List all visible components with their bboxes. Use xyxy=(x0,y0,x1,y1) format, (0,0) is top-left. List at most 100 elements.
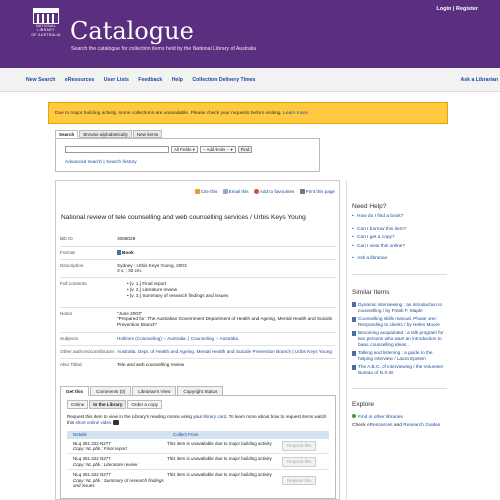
advanced-search-link[interactable]: Advanced search xyxy=(65,160,102,165)
record-panel: Cite this Email this Add to favourites P… xyxy=(55,180,340,500)
description-line-2: 3 v. ; 30 cm. xyxy=(117,268,143,274)
also-titled-value: Tele and web counselling review xyxy=(117,361,185,367)
holdings-table: Details Collect From NLq 361.322 N277 Cop… xyxy=(67,430,329,491)
similar-item-link[interactable]: Counselling skills manual. Phase one: Re… xyxy=(358,316,446,327)
login-link[interactable]: Login xyxy=(436,6,451,12)
nav-eresources[interactable]: eResources xyxy=(65,77,94,83)
row-contents: Full contents • [v. 1.] Final report • [… xyxy=(60,277,336,306)
limits-select-value: -- Add limits -- xyxy=(202,147,230,152)
col-details[interactable]: Details xyxy=(67,431,167,439)
row-notes: Notes "June 2003" "Prepared for: The Aust… xyxy=(60,306,336,332)
format-value: Book xyxy=(122,249,134,255)
tab-get-this[interactable]: Get this xyxy=(60,386,90,396)
help-link-borrow[interactable]: Can I borrow this item? xyxy=(357,227,406,232)
help-link-ask-librarian[interactable]: Ask a librarian xyxy=(357,256,387,261)
explore-check-text: Check xyxy=(352,423,366,429)
need-help-heading: Need Help? xyxy=(352,203,387,210)
subjects-links[interactable]: Hotlines (Counseling) -- Australia. | Co… xyxy=(117,336,239,341)
print-page-link[interactable]: Print this page xyxy=(299,189,335,195)
col-collect-from[interactable]: Collect From xyxy=(167,431,199,439)
online-video-link[interactable]: short online video xyxy=(75,420,111,425)
research-guides-link[interactable]: Research Guides xyxy=(403,423,440,428)
nav-new-search[interactable]: New Search xyxy=(26,77,55,83)
other-author-link-1[interactable]: Australia. Dept. of Health and Ageing. M… xyxy=(117,349,291,354)
similar-item-link[interactable]: The A.B.C. of interviewing / the Volunte… xyxy=(358,364,446,375)
nav-user-lists[interactable]: User Lists xyxy=(104,77,129,83)
email-this-link[interactable]: Email this xyxy=(222,189,249,195)
nav-ask-librarian[interactable]: Ask a Librarian xyxy=(461,77,498,83)
search-input[interactable] xyxy=(65,146,169,153)
request-button[interactable]: Request this xyxy=(282,475,317,486)
building-icon xyxy=(33,8,59,24)
help-item: Ask a librarian xyxy=(352,256,446,262)
add-to-favourites-link[interactable]: Add to favourites xyxy=(253,189,294,195)
format-label: Format xyxy=(60,249,75,255)
find-in-other-libraries-link[interactable]: Find in other libraries xyxy=(358,415,403,420)
request-button[interactable]: Request this xyxy=(282,441,317,451)
record-toolbar: Cite this Email this Add to favourites P… xyxy=(191,189,335,195)
main-nav: New Search eResources User Lists Feedbac… xyxy=(0,68,500,92)
subtab-in-the-library[interactable]: In the Library xyxy=(89,400,127,409)
request-info: Request this item to view in the Library… xyxy=(67,414,329,426)
site-header: NATIONAL LIBRARY OF AUSTRALIA Catalogue … xyxy=(0,0,500,68)
email-icon xyxy=(222,189,228,195)
similar-item-link[interactable]: Dynamic interviewing : an introduction t… xyxy=(358,302,446,313)
similar-item-link[interactable]: Becoming acquainted : a talk program for… xyxy=(358,330,446,347)
sidebar-divider xyxy=(352,273,447,275)
other-author-link-2[interactable]: Urbis Keys Young xyxy=(295,349,332,354)
similar-item-link[interactable]: Talking and listening : a guide to the h… xyxy=(358,350,446,361)
tab-browse-alphabetically[interactable]: Browse alphabetically xyxy=(79,130,132,138)
record-details: Bib ID 3068028 Format Book Description S… xyxy=(60,236,336,370)
notes-line-2: "Prepared for: The Australian Government… xyxy=(117,316,333,328)
availability-status: This item is unavailable due to major bu… xyxy=(167,440,272,446)
help-link-copy[interactable]: Can I get a copy? xyxy=(357,235,395,240)
alert-text: Due to major building activity, some col… xyxy=(55,111,282,116)
help-item: Can I view this online? xyxy=(352,244,446,250)
find-button[interactable]: Find xyxy=(237,146,253,153)
alert-learn-more-link[interactable]: Learn more. xyxy=(283,111,309,116)
cite-icon xyxy=(194,189,200,195)
nav-help[interactable]: Help xyxy=(172,77,183,83)
library-card-link[interactable]: library card xyxy=(203,414,226,419)
contents-item-text: [v. 2.] Literature review xyxy=(129,286,178,292)
eresources-link[interactable]: eResources xyxy=(367,423,393,428)
availability-status: This item is unavailable due to major bu… xyxy=(167,472,272,478)
description-label: Description xyxy=(60,262,84,268)
help-link-view-online[interactable]: Can I view this online? xyxy=(357,244,405,249)
tab-librarians-view[interactable]: Librarian's View xyxy=(132,386,177,396)
register-link[interactable]: Register xyxy=(456,6,478,12)
request-button[interactable]: Request this xyxy=(282,457,317,467)
book-icon xyxy=(352,330,356,336)
availability-status: This item is unavailable due to major bu… xyxy=(167,456,272,462)
tab-search[interactable]: Search xyxy=(55,130,79,138)
print-label: Print this page xyxy=(305,189,335,194)
nla-logo[interactable]: NATIONAL LIBRARY OF AUSTRALIA xyxy=(30,8,62,46)
bib-id-label: Bib ID xyxy=(60,236,73,241)
help-link-find-book[interactable]: How do I find a book? xyxy=(357,214,403,219)
page-subtitle: Search the catalogue for collection item… xyxy=(71,46,257,52)
search-history-link[interactable]: Search history xyxy=(106,160,137,165)
cite-this-link[interactable]: Cite this xyxy=(194,189,218,195)
get-this-panel: Online In the Library Order a copy Request… xyxy=(60,396,336,499)
book-icon xyxy=(117,250,121,256)
nav-feedback[interactable]: Feedback xyxy=(138,77,162,83)
holding-row: NLq 361.322 N277 Copy: NL pbk : Literatur… xyxy=(67,454,329,471)
book-icon xyxy=(352,316,356,322)
tab-comments[interactable]: Comments (0) xyxy=(90,386,132,396)
cite-label: Cite this xyxy=(200,189,218,194)
field-select[interactable]: All Fields ▾ xyxy=(171,146,198,153)
row-other-authors: Other authors/contributors Australia. De… xyxy=(60,344,336,358)
other-authors-label: Other authors/contributors xyxy=(60,348,115,354)
book-icon xyxy=(352,302,356,308)
subtab-order-a-copy[interactable]: Order a copy xyxy=(127,400,162,409)
leaf-icon xyxy=(352,413,356,418)
limits-select[interactable]: -- Add limits -- ▾ xyxy=(199,146,236,153)
tab-new-items[interactable]: New items xyxy=(132,130,163,138)
subtab-online[interactable]: Online xyxy=(67,400,89,409)
auth-links: Login | Register xyxy=(436,6,478,12)
contents-label: Full contents xyxy=(60,281,87,287)
similar-item: Dynamic interviewing : an introduction t… xyxy=(352,302,446,313)
similar-item: Talking and listening : a guide to the h… xyxy=(352,350,446,361)
nav-collection-delivery-times[interactable]: Collection Delivery Times xyxy=(192,77,255,83)
tab-copyright-status[interactable]: Copyright Status xyxy=(177,386,224,396)
